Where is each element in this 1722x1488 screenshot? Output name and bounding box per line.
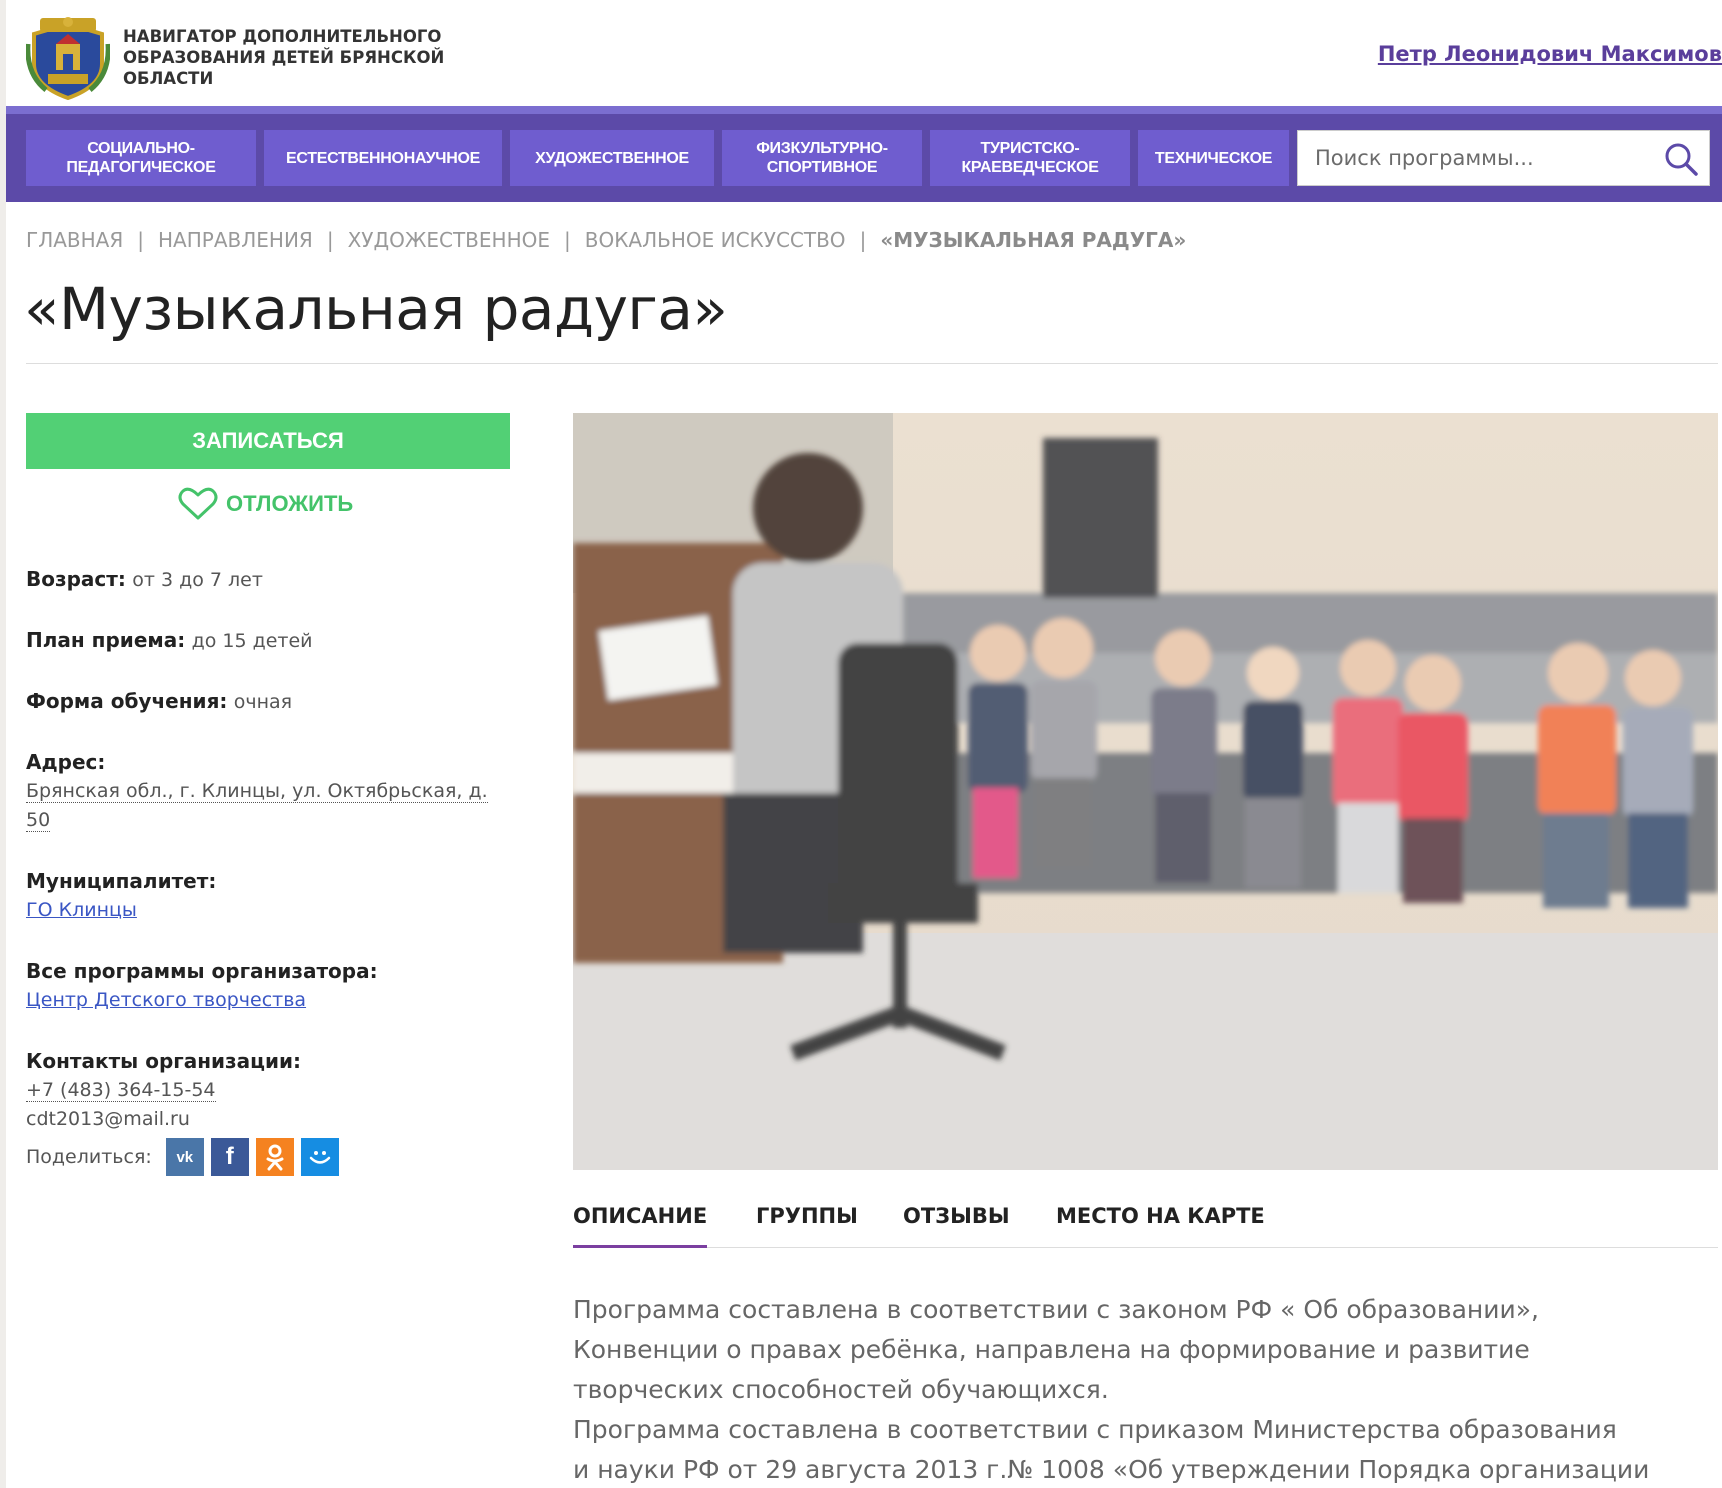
heart-icon <box>178 487 218 520</box>
user-profile-link[interactable]: Петр Леонидович Максимов <box>1378 42 1722 66</box>
nav-item-social-pedagogical[interactable]: Социально-педагогическое <box>26 130 256 186</box>
facebook-icon[interactable]: f <box>210 1138 249 1176</box>
odnoklassniki-icon[interactable] <box>255 1138 294 1176</box>
breadcrumb: Главная | Направления | Художественное | Вокал… <box>26 228 1186 252</box>
breadcrumb-artistic[interactable]: Художественное <box>348 228 550 252</box>
phone-value[interactable]: +7 (483) 364-15-54 <box>26 1079 216 1102</box>
main-navigation: Социально-педагогическое Естественнонауч… <box>6 106 1722 202</box>
odnoklassniki-glyph-icon <box>266 1144 284 1171</box>
postpone-button[interactable]: Отложить <box>178 484 353 524</box>
breadcrumb-directions[interactable]: Направления <box>158 228 313 252</box>
plan-label: План приема: <box>26 628 186 652</box>
organizer-link[interactable]: Центр Детского творчества <box>26 989 306 1011</box>
breadcrumb-home[interactable]: Главная <box>26 228 123 252</box>
mailru-glyph-icon <box>309 1151 331 1164</box>
share-row: Поделиться: vk f <box>26 1138 346 1176</box>
description-line: Программа составлена в соответствии с пр… <box>573 1415 1617 1444</box>
search-input[interactable] <box>1298 131 1658 185</box>
tab-groups[interactable]: Группы <box>756 1204 858 1248</box>
tab-reviews[interactable]: Отзывы <box>903 1204 1010 1248</box>
address-value-cont[interactable]: 50 <box>26 809 51 832</box>
form-info: Форма обучения: очная <box>26 687 292 716</box>
description-line: Программа составлена в соответствии с за… <box>573 1295 1539 1324</box>
form-label: Форма обучения: <box>26 689 228 713</box>
enroll-button[interactable]: Записаться <box>26 413 510 469</box>
breadcrumb-separator: | <box>859 228 867 252</box>
description-line: и науки РФ от 29 августа 2013 г.№ 1008 «… <box>573 1455 1650 1484</box>
organizer-label: Все программы организатора: <box>26 959 378 983</box>
search-icon[interactable] <box>1663 141 1699 177</box>
page-title: «Музыкальная радуга» <box>24 275 728 343</box>
address-value[interactable]: Брянская обл., г. Клинцы, ул. Октябрьска… <box>26 780 488 803</box>
share-label: Поделиться: <box>26 1146 152 1168</box>
search-box <box>1297 130 1710 186</box>
tab-map[interactable]: Место на карте <box>1056 1204 1265 1248</box>
tab-description[interactable]: Описание <box>573 1204 708 1248</box>
contacts-label: Контакты организации: <box>26 1049 302 1073</box>
municipality-link[interactable]: ГО Клинцы <box>26 899 137 921</box>
header: Навигатор дополнительного образования де… <box>6 0 1722 106</box>
nav-item-sports[interactable]: Физкультурно-спортивное <box>722 130 922 186</box>
page: Навигатор дополнительного образования де… <box>6 0 1722 1488</box>
tabs: Описание Группы Отзывы Место на карте <box>573 1196 1718 1248</box>
plan-info: План приема: до 15 детей <box>26 626 313 655</box>
address-info: Адрес: Брянская обл., г. Клинцы, ул. Окт… <box>26 748 488 834</box>
breadcrumb-separator: | <box>137 228 145 252</box>
nav-item-tourism[interactable]: Туристско-краеведческое <box>930 130 1130 186</box>
form-value: очная <box>233 691 293 713</box>
age-label: Возраст: <box>26 567 126 591</box>
nav-item-technical[interactable]: Техническое <box>1138 130 1289 186</box>
email-value[interactable]: cdt2013@mail.ru <box>26 1108 190 1130</box>
breadcrumb-current: «Музыкальная радуга» <box>880 228 1187 252</box>
address-label: Адрес: <box>26 750 106 774</box>
breadcrumb-separator: | <box>326 228 334 252</box>
breadcrumb-separator: | <box>564 228 571 252</box>
postpone-label: Отложить <box>226 491 354 516</box>
contacts-info: Контакты организации: +7 (483) 364-15-54… <box>26 1047 301 1133</box>
title-divider <box>26 363 1718 364</box>
description-line: творческих способностей обучающихся. <box>573 1375 1109 1404</box>
vk-icon[interactable]: vk <box>165 1138 204 1176</box>
description-line: Конвенции о правах ребёнка, направлена н… <box>573 1335 1530 1364</box>
age-value: от 3 до 7 лет <box>132 569 263 591</box>
breadcrumb-vocal-art[interactable]: Вокальное искусство <box>585 228 846 252</box>
plan-value: до 15 детей <box>191 630 313 652</box>
site-title[interactable]: Навигатор дополнительного образования де… <box>123 26 453 89</box>
nav-item-natural-science[interactable]: Естественнонаучное <box>264 130 502 186</box>
program-description: Программа составлена в соответствии с за… <box>573 1290 1722 1488</box>
nav-item-artistic[interactable]: Художественное <box>510 130 714 186</box>
organizer-info: Все программы организатора: Центр Детско… <box>26 957 378 1014</box>
age-info: Возраст: от 3 до 7 лет <box>26 565 263 594</box>
mailru-icon[interactable] <box>300 1138 339 1176</box>
municipality-label: Муниципалитет: <box>26 869 217 893</box>
municipality-info: Муниципалитет: ГО Клинцы <box>26 867 216 924</box>
program-photo <box>573 413 1718 1170</box>
coat-of-arms-logo[interactable] <box>26 14 110 100</box>
